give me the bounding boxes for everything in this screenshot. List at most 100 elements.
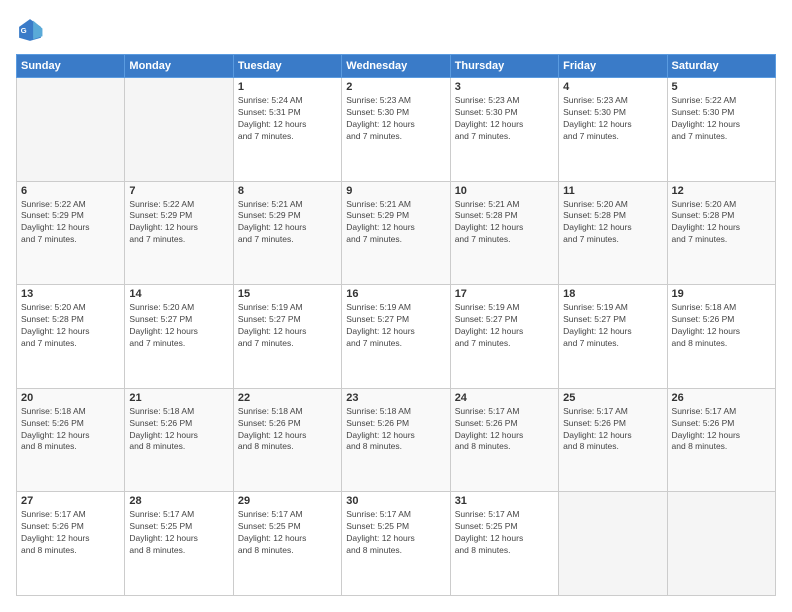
day-number: 23 xyxy=(346,392,445,404)
day-info: Sunrise: 5:18 AM Sunset: 5:26 PM Dayligh… xyxy=(238,406,337,454)
calendar-cell: 19Sunrise: 5:18 AM Sunset: 5:26 PM Dayli… xyxy=(667,285,775,389)
calendar-cell: 7Sunrise: 5:22 AM Sunset: 5:29 PM Daylig… xyxy=(125,181,233,285)
day-number: 8 xyxy=(238,185,337,197)
day-number: 31 xyxy=(455,495,554,507)
weekday-header-monday: Monday xyxy=(125,55,233,78)
day-number: 13 xyxy=(21,288,120,300)
day-info: Sunrise: 5:17 AM Sunset: 5:26 PM Dayligh… xyxy=(455,406,554,454)
day-number: 4 xyxy=(563,81,662,93)
day-info: Sunrise: 5:19 AM Sunset: 5:27 PM Dayligh… xyxy=(238,302,337,350)
day-number: 17 xyxy=(455,288,554,300)
day-number: 18 xyxy=(563,288,662,300)
day-info: Sunrise: 5:18 AM Sunset: 5:26 PM Dayligh… xyxy=(21,406,120,454)
day-number: 22 xyxy=(238,392,337,404)
calendar-cell: 31 Sunrise: 5:17 AM Sunset: 5:25 PM Dayli… xyxy=(450,492,558,596)
weekday-header-tuesday: Tuesday xyxy=(233,55,341,78)
calendar-cell: 17Sunrise: 5:19 AM Sunset: 5:27 PM Dayli… xyxy=(450,285,558,389)
day-number: 5 xyxy=(672,81,771,93)
logo-icon: G xyxy=(16,16,44,44)
calendar-cell: 3 Sunrise: 5:23 AM Sunset: 5:30 PM Daylig… xyxy=(450,78,558,182)
day-info: Sunrise: 5:21 AM Sunset: 5:29 PM Dayligh… xyxy=(238,199,337,247)
day-info: Sunrise: 5:17 AM Sunset: 5:26 PM Dayligh… xyxy=(672,406,771,454)
day-number: 25 xyxy=(563,392,662,404)
weekday-header-sunday: Sunday xyxy=(17,55,125,78)
day-number: 3 xyxy=(455,81,554,93)
day-number: 27 xyxy=(21,495,120,507)
calendar-cell: 30 Sunrise: 5:17 AM Sunset: 5:25 PM Dayli… xyxy=(342,492,450,596)
calendar-cell: 13Sunrise: 5:20 AM Sunset: 5:28 PM Dayli… xyxy=(17,285,125,389)
calendar-cell: 8 Sunrise: 5:21 AM Sunset: 5:29 PM Daylig… xyxy=(233,181,341,285)
day-number: 30 xyxy=(346,495,445,507)
calendar-cell: 5 Sunrise: 5:22 AM Sunset: 5:30 PM Daylig… xyxy=(667,78,775,182)
day-info: Sunrise: 5:20 AM Sunset: 5:28 PM Dayligh… xyxy=(563,199,662,247)
day-info: Sunrise: 5:22 AM Sunset: 5:30 PM Dayligh… xyxy=(672,95,771,143)
day-number: 2 xyxy=(346,81,445,93)
weekday-header-friday: Friday xyxy=(559,55,667,78)
day-number: 28 xyxy=(129,495,228,507)
week-row-2: 13Sunrise: 5:20 AM Sunset: 5:28 PM Dayli… xyxy=(17,285,776,389)
day-number: 21 xyxy=(129,392,228,404)
day-info: Sunrise: 5:17 AM Sunset: 5:25 PM Dayligh… xyxy=(129,509,228,557)
day-info: Sunrise: 5:21 AM Sunset: 5:28 PM Dayligh… xyxy=(455,199,554,247)
day-number: 29 xyxy=(238,495,337,507)
calendar-cell: 27 Sunrise: 5:17 AM Sunset: 5:26 PM Dayli… xyxy=(17,492,125,596)
calendar-cell xyxy=(125,78,233,182)
day-info: Sunrise: 5:20 AM Sunset: 5:28 PM Dayligh… xyxy=(672,199,771,247)
calendar-cell: 28 Sunrise: 5:17 AM Sunset: 5:25 PM Dayli… xyxy=(125,492,233,596)
calendar-cell xyxy=(17,78,125,182)
svg-text:G: G xyxy=(21,26,27,35)
calendar-cell: 11 Sunrise: 5:20 AM Sunset: 5:28 PM Dayli… xyxy=(559,181,667,285)
calendar-cell: 23 Sunrise: 5:18 AM Sunset: 5:26 PM Dayli… xyxy=(342,388,450,492)
day-info: Sunrise: 5:17 AM Sunset: 5:26 PM Dayligh… xyxy=(563,406,662,454)
day-number: 12 xyxy=(672,185,771,197)
weekday-header-saturday: Saturday xyxy=(667,55,775,78)
day-info: Sunrise: 5:17 AM Sunset: 5:25 PM Dayligh… xyxy=(346,509,445,557)
day-info: Sunrise: 5:17 AM Sunset: 5:25 PM Dayligh… xyxy=(238,509,337,557)
week-row-4: 27 Sunrise: 5:17 AM Sunset: 5:26 PM Dayli… xyxy=(17,492,776,596)
day-info: Sunrise: 5:20 AM Sunset: 5:27 PM Dayligh… xyxy=(129,302,228,350)
day-number: 20 xyxy=(21,392,120,404)
day-number: 10 xyxy=(455,185,554,197)
day-info: Sunrise: 5:24 AM Sunset: 5:31 PM Dayligh… xyxy=(238,95,337,143)
week-row-0: 1 Sunrise: 5:24 AM Sunset: 5:31 PM Daylig… xyxy=(17,78,776,182)
calendar-cell: 2 Sunrise: 5:23 AM Sunset: 5:30 PM Daylig… xyxy=(342,78,450,182)
calendar-cell: 24 Sunrise: 5:17 AM Sunset: 5:26 PM Dayli… xyxy=(450,388,558,492)
calendar-cell: 26 Sunrise: 5:17 AM Sunset: 5:26 PM Dayli… xyxy=(667,388,775,492)
day-number: 1 xyxy=(238,81,337,93)
day-number: 19 xyxy=(672,288,771,300)
calendar-cell: 6Sunrise: 5:22 AM Sunset: 5:29 PM Daylig… xyxy=(17,181,125,285)
day-info: Sunrise: 5:17 AM Sunset: 5:26 PM Dayligh… xyxy=(21,509,120,557)
day-number: 6 xyxy=(21,185,120,197)
day-number: 14 xyxy=(129,288,228,300)
calendar-cell: 16 Sunrise: 5:19 AM Sunset: 5:27 PM Dayli… xyxy=(342,285,450,389)
day-info: Sunrise: 5:19 AM Sunset: 5:27 PM Dayligh… xyxy=(346,302,445,350)
calendar-cell: 21 Sunrise: 5:18 AM Sunset: 5:26 PM Dayli… xyxy=(125,388,233,492)
day-number: 11 xyxy=(563,185,662,197)
day-info: Sunrise: 5:18 AM Sunset: 5:26 PM Dayligh… xyxy=(346,406,445,454)
day-info: Sunrise: 5:17 AM Sunset: 5:25 PM Dayligh… xyxy=(455,509,554,557)
calendar-cell: 29 Sunrise: 5:17 AM Sunset: 5:25 PM Dayli… xyxy=(233,492,341,596)
day-info: Sunrise: 5:23 AM Sunset: 5:30 PM Dayligh… xyxy=(346,95,445,143)
weekday-header-wednesday: Wednesday xyxy=(342,55,450,78)
calendar-cell: 9Sunrise: 5:21 AM Sunset: 5:29 PM Daylig… xyxy=(342,181,450,285)
day-info: Sunrise: 5:18 AM Sunset: 5:26 PM Dayligh… xyxy=(129,406,228,454)
week-row-3: 20 Sunrise: 5:18 AM Sunset: 5:26 PM Dayli… xyxy=(17,388,776,492)
day-number: 9 xyxy=(346,185,445,197)
day-number: 24 xyxy=(455,392,554,404)
page: G SundayMondayTuesdayWednesdayThursdayFr… xyxy=(0,0,792,612)
calendar-cell: 18 Sunrise: 5:19 AM Sunset: 5:27 PM Dayli… xyxy=(559,285,667,389)
header: G xyxy=(16,16,776,44)
day-info: Sunrise: 5:19 AM Sunset: 5:27 PM Dayligh… xyxy=(563,302,662,350)
calendar-cell: 1 Sunrise: 5:24 AM Sunset: 5:31 PM Daylig… xyxy=(233,78,341,182)
day-info: Sunrise: 5:23 AM Sunset: 5:30 PM Dayligh… xyxy=(563,95,662,143)
day-number: 7 xyxy=(129,185,228,197)
calendar-cell: 10 Sunrise: 5:21 AM Sunset: 5:28 PM Dayli… xyxy=(450,181,558,285)
logo: G xyxy=(16,16,48,44)
day-number: 26 xyxy=(672,392,771,404)
day-number: 16 xyxy=(346,288,445,300)
day-info: Sunrise: 5:23 AM Sunset: 5:30 PM Dayligh… xyxy=(455,95,554,143)
calendar-cell: 14 Sunrise: 5:20 AM Sunset: 5:27 PM Dayli… xyxy=(125,285,233,389)
calendar-cell: 4 Sunrise: 5:23 AM Sunset: 5:30 PM Daylig… xyxy=(559,78,667,182)
day-number: 15 xyxy=(238,288,337,300)
calendar-cell: 25 Sunrise: 5:17 AM Sunset: 5:26 PM Dayli… xyxy=(559,388,667,492)
